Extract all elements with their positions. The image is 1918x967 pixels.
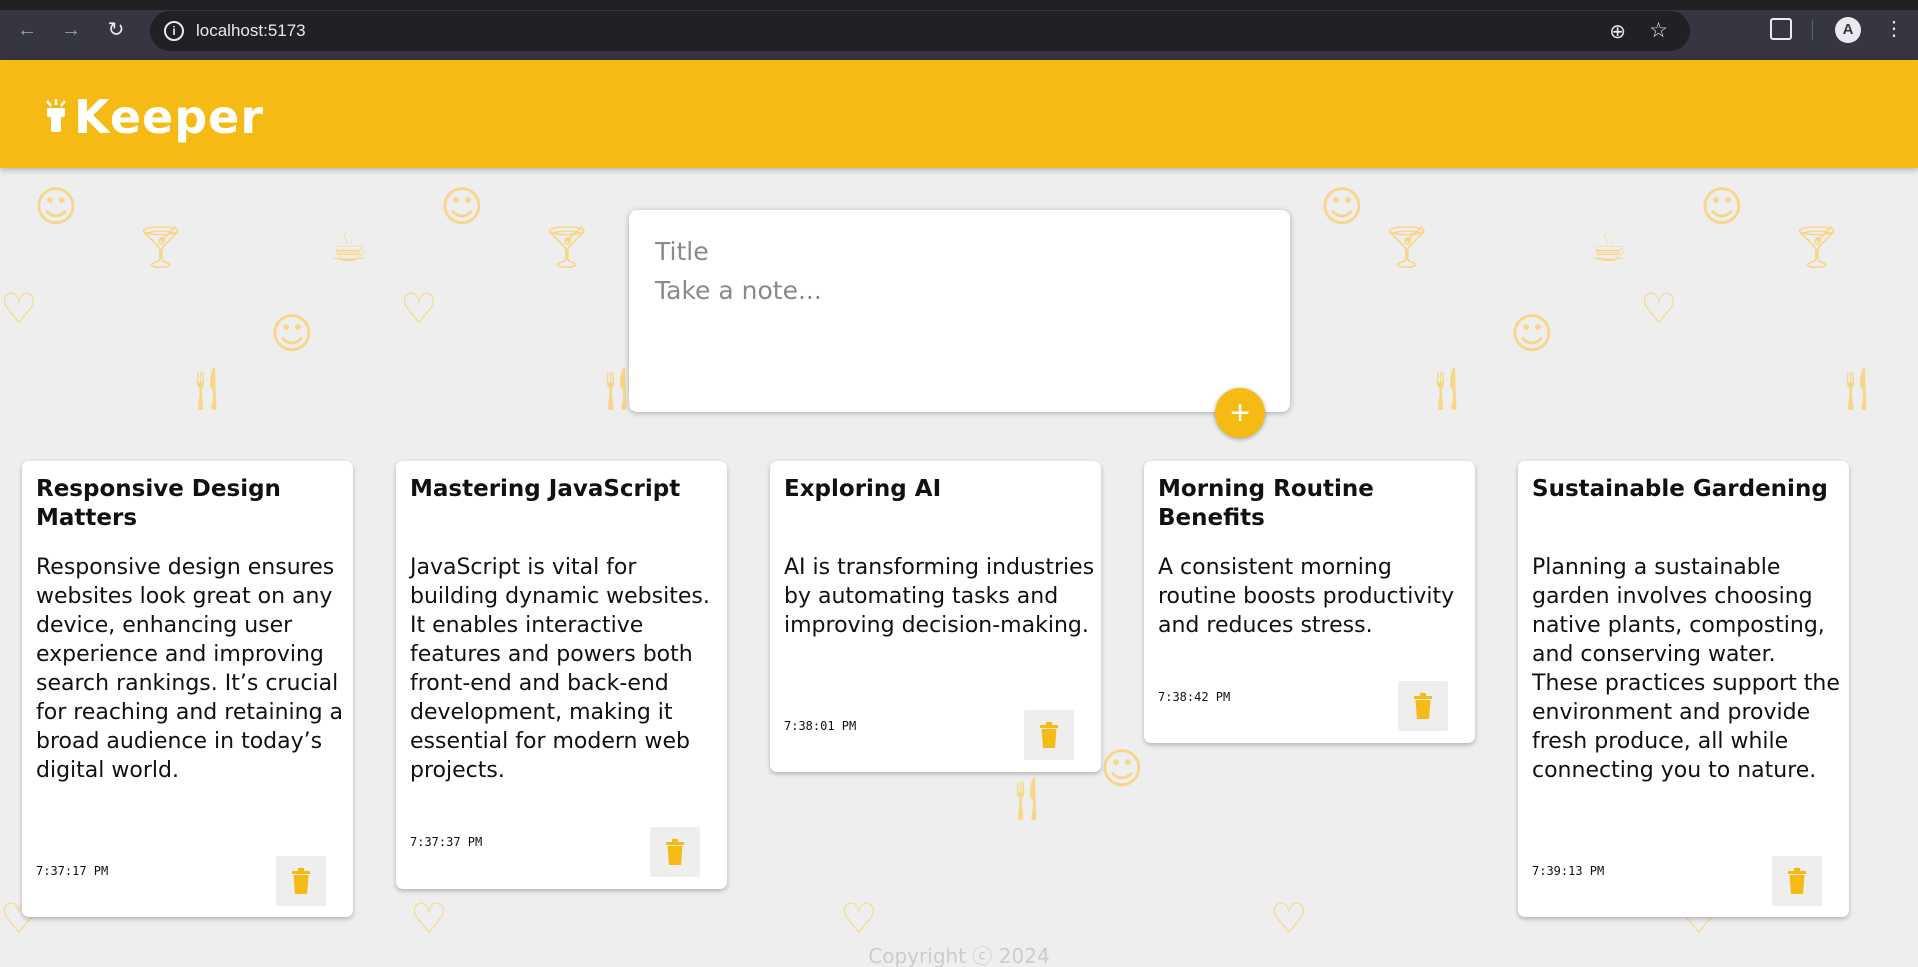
note-timestamp: 7:39:13 PM <box>1532 864 1605 878</box>
note-content: Planning a sustainable garden involves c… <box>1532 555 1840 783</box>
smiley-icon: ☺ <box>1700 182 1744 231</box>
note-title-input[interactable] <box>655 232 1255 270</box>
flashlight-logo-icon <box>46 99 66 132</box>
note-timestamp: 7:38:01 PM <box>784 719 857 733</box>
profile-avatar[interactable]: A <box>1835 17 1861 43</box>
site-info-icon[interactable]: i <box>164 21 184 41</box>
smiley-icon: ☺ <box>440 182 484 231</box>
cocktail-icon: 🍸︎ <box>1790 222 1844 271</box>
note-content-input[interactable] <box>655 276 1255 386</box>
app-title: Keeper <box>74 90 265 144</box>
note-card: Sustainable Gardening Planning a sustain… <box>1518 461 1849 917</box>
heart-icon: ♡ <box>400 284 438 333</box>
note-card: Mastering JavaScript JavaScript is vital… <box>396 461 727 889</box>
fork-knife-icon: 🍴︎ <box>1420 364 1474 413</box>
note-title: Sustainable Gardening <box>1532 476 1828 502</box>
bookmark-star-icon[interactable]: ☆ <box>1649 18 1668 43</box>
smiley-icon: ☺ <box>1100 744 1144 793</box>
trash-icon <box>292 867 310 894</box>
trash-icon <box>1040 721 1058 748</box>
back-icon[interactable]: ← <box>14 17 40 43</box>
heart-icon: ♡ <box>410 894 448 943</box>
fork-knife-icon: 🍴︎ <box>180 364 234 413</box>
add-note-button[interactable]: + <box>1215 388 1265 438</box>
note-timestamp: 7:37:37 PM <box>410 835 483 849</box>
reload-icon[interactable]: ↻ <box>103 17 129 43</box>
note-title: Exploring AI <box>784 476 942 502</box>
note-title: Morning Routine Benefits <box>1158 476 1374 531</box>
extensions-icon[interactable] <box>1770 18 1792 40</box>
address-url[interactable]: localhost:5173 <box>196 21 306 41</box>
note-content: JavaScript is vital for building dynamic… <box>410 555 710 783</box>
note-content: Responsive design ensures websites look … <box>36 555 344 783</box>
note-content: A consistent morning routine boosts prod… <box>1158 555 1455 638</box>
trash-icon <box>666 838 684 865</box>
browser-menu-icon[interactable]: ⋮ <box>1884 16 1904 42</box>
note-title: Responsive Design Matters <box>36 476 281 531</box>
fork-knife-icon: 🍴︎ <box>1000 774 1054 823</box>
browser-toolbar: ← → ↻ i localhost:5173 ⊕ ☆ A ⋮ <box>0 0 1918 60</box>
address-bar[interactable]: i localhost:5173 ⊕ ☆ <box>150 11 1690 51</box>
teapot-icon: ☕︎ <box>330 222 368 271</box>
delete-note-button[interactable] <box>1024 710 1074 760</box>
note-title: Mastering JavaScript <box>410 476 681 502</box>
smiley-icon: ☺ <box>1510 309 1554 358</box>
note-card: Responsive Design Matters Responsive des… <box>22 461 353 917</box>
teapot-icon: ☕︎ <box>1590 222 1628 271</box>
smiley-icon: ☺ <box>1320 182 1364 231</box>
create-note-form <box>629 210 1290 412</box>
toolbar-divider <box>1812 20 1813 40</box>
trash-icon <box>1414 692 1432 719</box>
note-card: Exploring AI AI is transforming industri… <box>770 461 1101 772</box>
note-timestamp: 7:38:42 PM <box>1158 690 1231 704</box>
smiley-icon: ☺ <box>270 309 314 358</box>
delete-note-button[interactable] <box>276 856 326 906</box>
heart-icon: ♡ <box>1640 284 1678 333</box>
note-content: AI is transforming industries by automat… <box>784 555 1095 638</box>
zoom-icon[interactable]: ⊕ <box>1609 19 1626 44</box>
smiley-icon: ☺ <box>34 182 78 231</box>
heart-icon: ♡ <box>1270 894 1308 943</box>
app-header: Keeper <box>0 60 1918 168</box>
trash-icon <box>1788 867 1806 894</box>
fork-knife-icon: 🍴︎ <box>1830 364 1884 413</box>
cocktail-icon: 🍸︎ <box>1380 222 1434 271</box>
cocktail-icon: 🍸︎ <box>134 222 188 271</box>
delete-note-button[interactable] <box>1772 856 1822 906</box>
note-timestamp: 7:37:17 PM <box>36 864 109 878</box>
forward-icon[interactable]: → <box>58 17 84 43</box>
note-card: Morning Routine Benefits A consistent mo… <box>1144 461 1475 743</box>
tab-strip <box>0 0 1918 10</box>
page-footer: Copyright ⓒ 2024 <box>868 944 1050 967</box>
cocktail-icon: 🍸︎ <box>540 222 594 271</box>
delete-note-button[interactable] <box>650 827 700 877</box>
heart-icon: ♡ <box>0 284 38 333</box>
delete-note-button[interactable] <box>1398 681 1448 731</box>
heart-icon: ♡ <box>840 894 878 943</box>
